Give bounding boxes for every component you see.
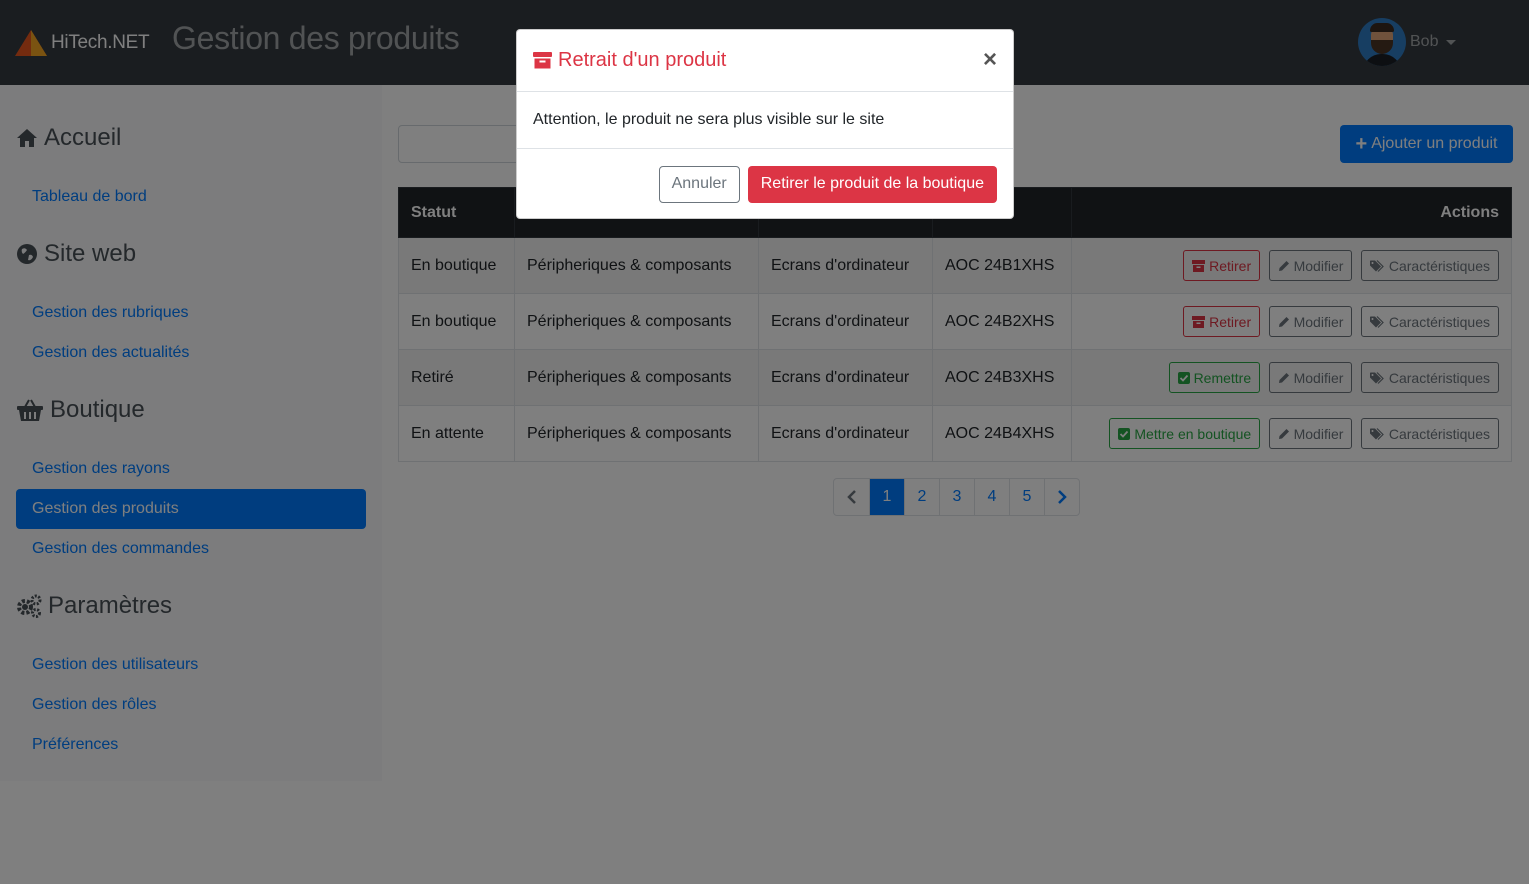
modal-body: Attention, le produit ne sera plus visib… xyxy=(517,92,1013,149)
withdraw-modal: Retrait d'un produit × Attention, le pro… xyxy=(516,29,1014,219)
modal-title: Retrait d'un produit xyxy=(533,49,726,72)
confirm-withdraw-button[interactable]: Retirer le produit de la boutique xyxy=(747,165,997,203)
archive-icon xyxy=(533,52,552,69)
close-icon[interactable]: × xyxy=(983,48,997,72)
modal-footer: Annuler Retirer le produit de la boutiqu… xyxy=(517,149,1013,219)
modal-header: Retrait d'un produit × xyxy=(517,30,1013,92)
cancel-button[interactable]: Annuler xyxy=(658,165,740,203)
